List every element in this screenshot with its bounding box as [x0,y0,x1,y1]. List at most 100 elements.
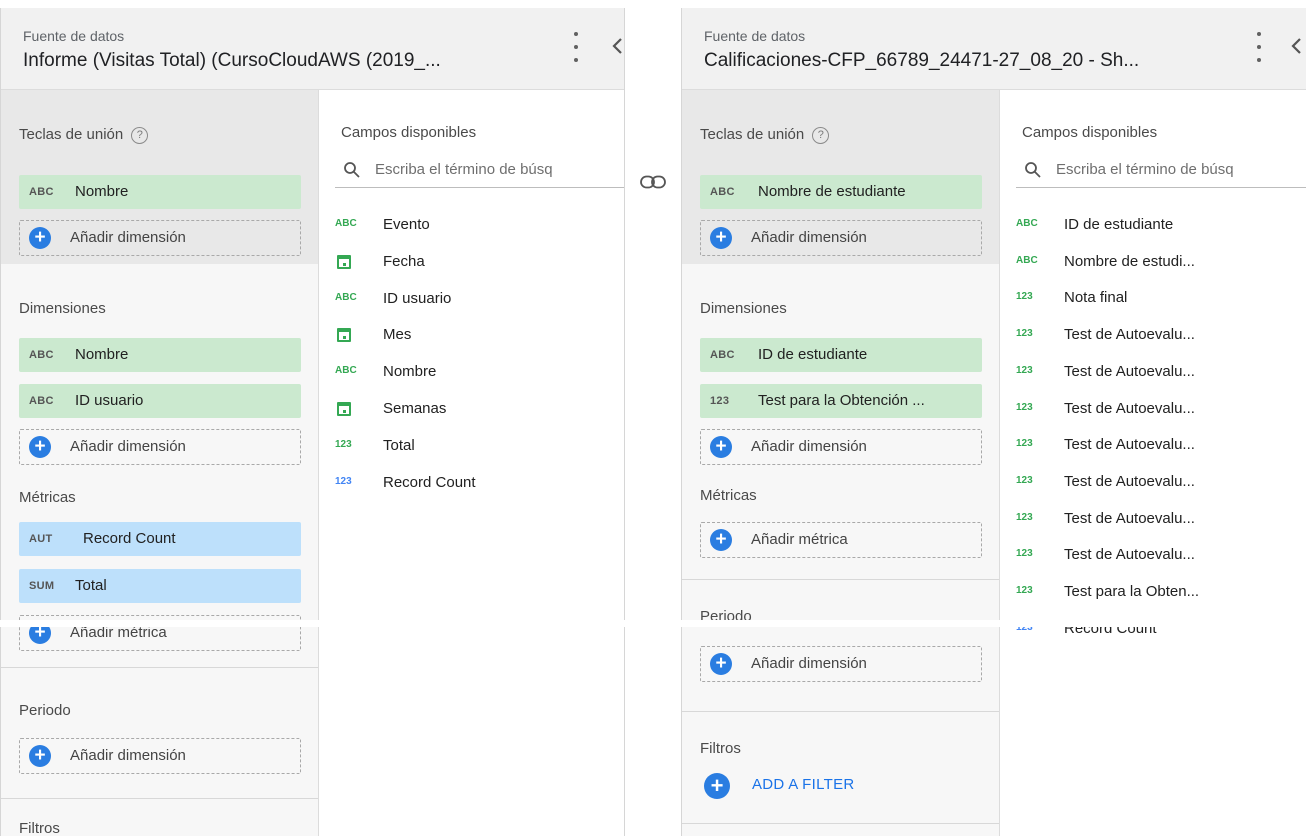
chip-label: Test para la Obtención ... [758,392,925,409]
aggregation-icon: AUT [29,533,53,545]
available-field[interactable]: ABC ID de estudiante [1016,212,1306,242]
chip-label: Record Count [83,530,176,547]
data-source-title[interactable]: Calificaciones-CFP_66789_24471-27_08_20 … [704,50,1139,72]
add-circle-icon: + [29,745,51,767]
text-type-icon: ABC [29,395,54,407]
add-circle-icon: + [710,529,732,551]
available-field[interactable]: 123 Record Count [335,470,624,500]
more-vert-icon[interactable] [571,32,581,62]
number-type-icon: 123 [1016,364,1033,376]
field-search[interactable] [1016,154,1306,188]
add-dimension-button[interactable]: + Añadir dimensión [19,738,301,774]
number-type-icon: 123 [1016,585,1033,596]
chip-label: Nombre [75,183,129,200]
dimensions-title: Dimensiones [700,300,787,317]
chevron-left-icon[interactable] [1288,35,1306,57]
add-metric-button[interactable]: + Añadir métrica [700,522,982,558]
dimensions-title: Dimensiones [19,300,106,317]
join-keys-title: Teclas de unión? [700,126,830,144]
join-key-chip[interactable]: ABC Nombre de estudiante [700,175,982,209]
available-field[interactable]: 123 Test de Autoevalu... [1016,469,1306,499]
available-fields-column: Campos disponibles ABC Evento Fecha ABC ID u… [319,90,624,836]
add-label: Añadir dimensión [751,229,867,246]
text-type-icon: ABC [710,186,735,198]
add-dimension-button[interactable]: + Añadir dimensión [19,429,301,465]
help-icon[interactable]: ? [131,126,149,144]
available-field[interactable]: 123 Total [335,433,624,463]
available-field[interactable]: 123 Test de Autoevalu... [1016,432,1306,462]
number-type-icon: 123 [335,438,352,450]
search-input[interactable] [1056,154,1306,184]
field-label: Nombre de estudi... [1064,252,1195,270]
available-field[interactable]: 123 Test de Autoevalu... [1016,322,1306,352]
field-search[interactable] [335,154,624,188]
available-field[interactable]: Mes [335,322,624,352]
available-field[interactable]: ABC Nombre de estudi... [1016,249,1306,279]
available-field[interactable]: 123 Test para la Obten... [1016,579,1306,609]
more-vert-icon[interactable] [1254,32,1264,62]
field-label: Nombre [383,363,437,381]
link-icon [640,175,666,189]
available-field[interactable]: 123 Test de Autoevalu... [1016,396,1306,426]
available-field[interactable]: Fecha [335,249,624,279]
divider [682,823,999,824]
available-field[interactable]: 123 Test de Autoevalu... [1016,542,1306,572]
available-field[interactable]: 123 Test de Autoevalu... [1016,506,1306,536]
divider [1,667,318,668]
field-label: Mes [383,326,412,344]
add-dimension-button[interactable]: + Añadir dimensión [19,220,301,256]
metrics-title: Métricas [19,489,76,506]
period-title: Periodo [19,702,71,719]
available-field[interactable]: 123 Test de Autoevalu... [1016,359,1306,389]
add-dimension-button[interactable]: + Añadir dimensión [700,646,982,682]
number-type-icon: 123 [1016,548,1033,560]
add-filter-button[interactable]: + ADD A FILTER [704,767,904,803]
field-label: Test de Autoevalu... [1064,546,1195,564]
help-icon[interactable]: ? [812,126,830,144]
field-label: Test de Autoevalu... [1064,326,1195,344]
field-label: Test de Autoevalu... [1064,399,1195,417]
field-label: Total [383,436,415,454]
add-circle-icon: + [710,653,732,675]
available-field[interactable]: ABC Nombre [335,359,624,389]
field-label: Test de Autoevalu... [1064,436,1195,454]
dimension-chip[interactable]: ABC ID de estudiante [700,338,982,372]
left-data-source-panel: Fuente de datos Informe (Visitas Total) … [0,8,625,836]
calendar-icon [337,402,351,416]
available-field[interactable]: ABC Evento [335,212,624,242]
field-label: Evento [383,216,430,233]
dimension-chip[interactable]: ABC ID usuario [19,384,301,418]
metrics-title: Métricas [700,487,757,504]
chip-label: Total [75,577,107,594]
metric-chip[interactable]: SUM Total [19,569,301,603]
add-filter-label: ADD A FILTER [752,776,855,793]
field-label: Test para la Obten... [1064,583,1200,600]
metric-chip[interactable]: AUT Record Count [19,522,301,556]
data-source-header: Fuente de datos Calificaciones-CFP_66789… [682,8,1306,90]
number-type-icon: 123 [1016,328,1033,340]
chevron-left-icon[interactable] [609,35,625,57]
text-type-icon: ABC [710,349,735,361]
dimension-chip[interactable]: ABC Nombre [19,338,301,372]
dimension-chip[interactable]: 123 Test para la Obtención ... [700,384,982,418]
available-field[interactable]: Semanas [335,396,624,426]
add-circle-icon: + [704,773,730,799]
aggregation-icon: SUM [29,580,55,592]
data-source-header: Fuente de datos Informe (Visitas Total) … [1,8,624,90]
configuration-column: Teclas de unión? ABC Nombre + Añadir dim… [1,90,319,836]
available-fields-title: Campos disponibles [1022,124,1158,141]
number-type-icon: 123 [1016,474,1033,486]
search-input[interactable] [375,154,624,184]
available-field[interactable]: ABC ID usuario [335,286,624,316]
add-circle-icon: + [29,436,51,458]
add-dimension-button[interactable]: + Añadir dimensión [700,429,982,465]
chip-label: Nombre [75,346,129,363]
data-source-title[interactable]: Informe (Visitas Total) (CursoCloudAWS (… [23,50,441,72]
field-label: Nota final [1064,289,1128,307]
available-field[interactable]: 123 Nota final [1016,285,1306,315]
add-dimension-button[interactable]: + Añadir dimensión [700,220,982,256]
divider [682,711,999,712]
add-label: Añadir dimensión [751,438,867,455]
field-label: Fecha [383,252,425,270]
join-key-chip[interactable]: ABC Nombre [19,175,301,209]
